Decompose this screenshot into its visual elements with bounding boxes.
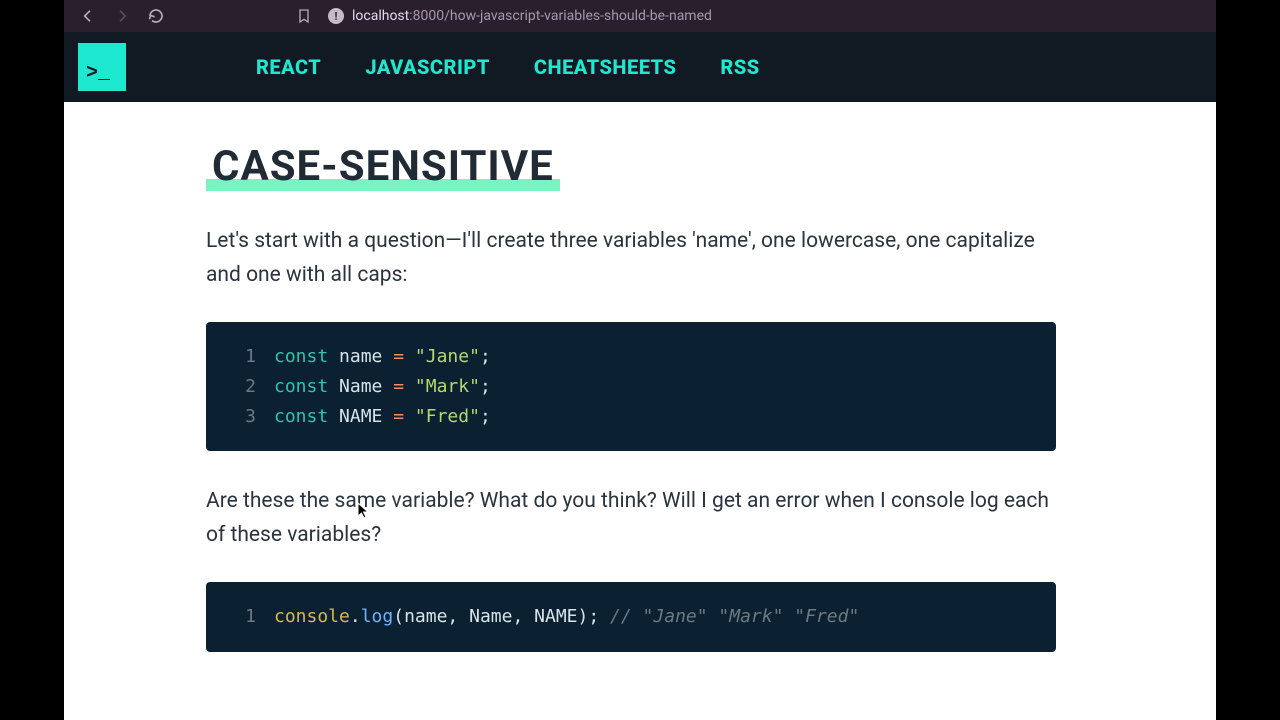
url-port: :8000 (409, 8, 444, 24)
site-logo[interactable]: >_ (78, 43, 126, 91)
code-block-1: 1const name = "Jane"; 2const Name = "Mar… (206, 322, 1056, 451)
code-line: 1console.log(name, Name, NAME); // "Jane… (228, 602, 1034, 632)
browser-toolbar: ! localhost:8000/how-javascript-variable… (64, 0, 1216, 32)
forward-button[interactable] (112, 6, 132, 26)
nav-link-react[interactable]: REACT (256, 55, 321, 79)
paragraph-1: Let's start with a question—I'll create … (206, 225, 1056, 292)
nav-link-rss[interactable]: RSS (720, 55, 759, 79)
page-viewport: >_ REACT JAVASCRIPT CHEATSHEETS RSS CASE… (64, 32, 1216, 720)
code-block-2: 1console.log(name, Name, NAME); // "Jane… (206, 582, 1056, 652)
back-button[interactable] (78, 6, 98, 26)
url-path: /how-javascript-variables-should-be-name… (444, 8, 712, 24)
nav-link-javascript[interactable]: JAVASCRIPT (365, 55, 490, 79)
paragraph-2: Are these the same variable? What do you… (206, 485, 1056, 552)
code-line: 2const Name = "Mark"; (228, 372, 1034, 402)
url-host: localhost (352, 8, 409, 24)
site-header: >_ REACT JAVASCRIPT CHEATSHEETS RSS (64, 32, 1216, 102)
nav-link-cheatsheets[interactable]: CHEATSHEETS (534, 55, 677, 79)
code-line: 3const NAME = "Fred"; (228, 402, 1034, 432)
site-info-icon[interactable]: ! (328, 8, 344, 24)
code-line: 1const name = "Jane"; (228, 342, 1034, 372)
article-content: CASE-SENSITIVE Let's start with a questi… (206, 102, 1056, 652)
primary-nav: REACT JAVASCRIPT CHEATSHEETS RSS (256, 55, 760, 79)
address-bar[interactable]: ! localhost:8000/how-javascript-variable… (328, 8, 712, 24)
section-heading: CASE-SENSITIVE (206, 142, 560, 191)
bookmark-button[interactable] (294, 6, 314, 26)
reload-button[interactable] (146, 6, 166, 26)
